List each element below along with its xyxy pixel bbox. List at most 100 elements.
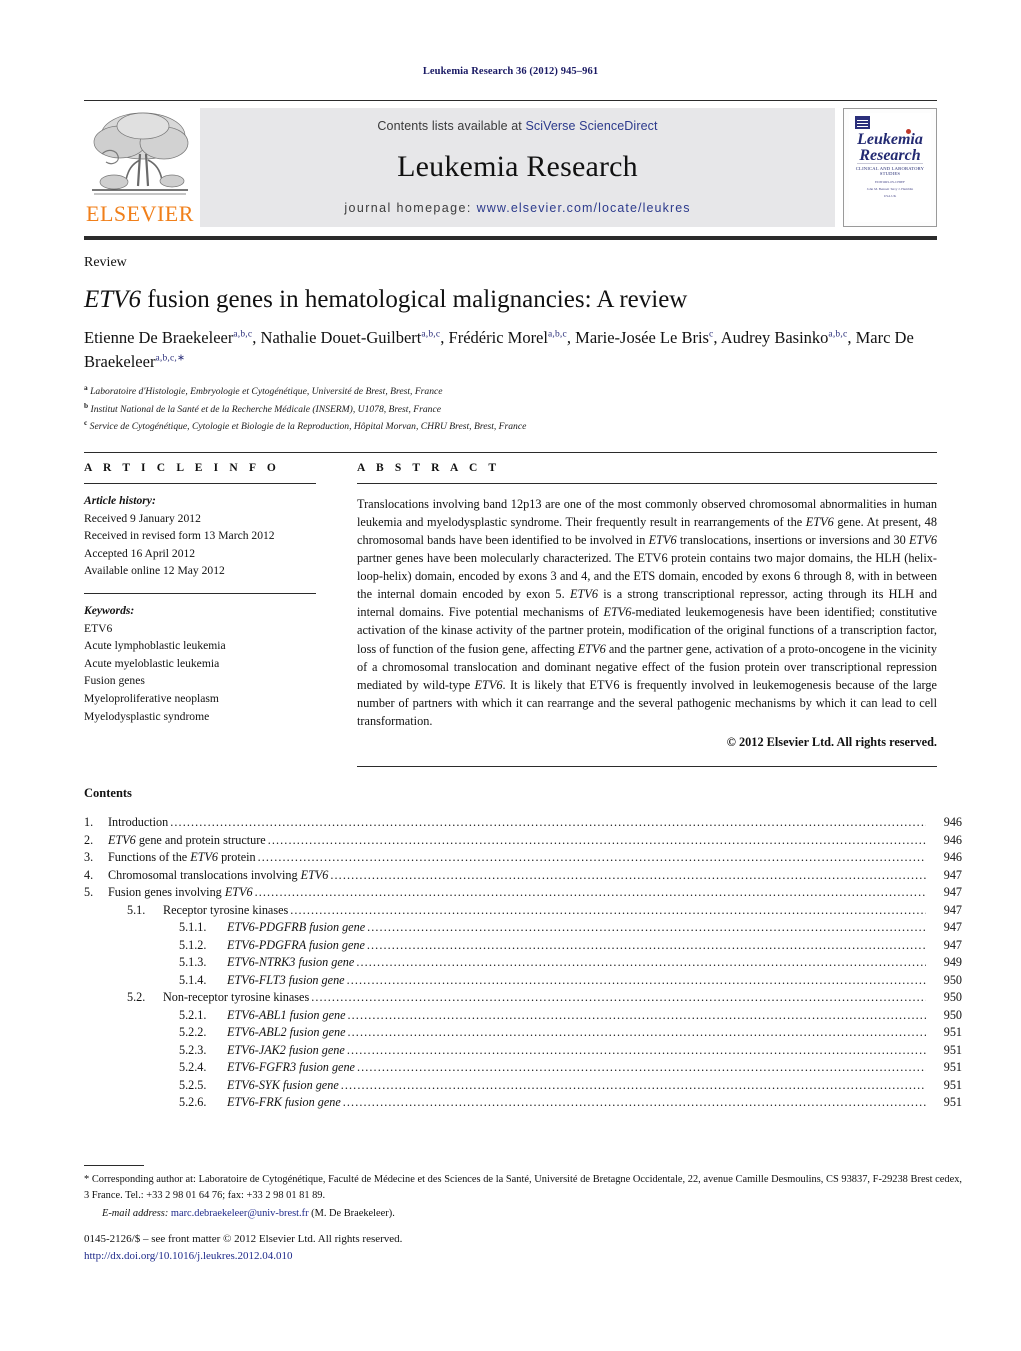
email-owner: (M. De Braekeleer).	[308, 1207, 395, 1219]
contents-available-prefix: Contents lists available at	[377, 119, 526, 133]
toc-leader-dots: ........................................…	[347, 1008, 927, 1021]
email-link[interactable]: marc.debraekeleer@univ-brest.fr	[171, 1208, 309, 1219]
article-history-item: Received in revised form 13 March 2012	[84, 529, 275, 543]
abstract-paragraph: Translocations involving band 12p13 are …	[357, 497, 938, 728]
email-line: E-mail address: marc.debraekeleer@univ-b…	[84, 1206, 962, 1222]
journal-masthead: ELSEVIER Contents lists available at Sci…	[84, 100, 937, 234]
toc-entry-label: Introduction	[108, 815, 169, 829]
toc-entry[interactable]: 5.2.3. ETV6-JAK2 fusion gene.............…	[84, 1042, 962, 1062]
toc-entry[interactable]: 5.1.4. ETV6-FLT3 fusion gene.............…	[84, 972, 962, 992]
cover-title-line2: Research	[859, 147, 921, 164]
toc-entry[interactable]: 5.1.1. ETV6-PDGFRB fusion gene...........…	[84, 921, 962, 939]
toc-entry[interactable]: 5.1.3. ETV6-NTRK3 fusion gene............…	[84, 956, 962, 974]
toc-entry[interactable]: 5.1. Receptor tyrosine kinases...........…	[84, 902, 962, 922]
toc-entry[interactable]: 2. ETV6 gene and protein structure.......…	[84, 832, 962, 852]
author-affiliation-marker: a,b,c	[421, 329, 441, 340]
toc-leader-dots: ........................................…	[356, 956, 926, 969]
toc-entry-page: 947	[943, 902, 962, 917]
table-of-contents: 1. Introduction..........................…	[84, 816, 962, 1114]
author-affiliation-marker: a,b,c,∗	[155, 353, 186, 364]
homepage-label: journal homepage:	[344, 201, 477, 215]
toc-entry-number: 5.1.1.	[179, 920, 207, 934]
cover-editors-countries: USA UK	[883, 193, 897, 198]
homepage-url-link[interactable]: www.elsevier.com/locate/leukres	[477, 201, 691, 215]
toc-entry-number: 5.	[84, 885, 94, 899]
affiliation-item: c Service de Cytogénétique, Cytologie et…	[84, 418, 527, 433]
keyword-item: Acute lymphoblastic leukemia	[84, 639, 226, 653]
toc-entry-number: 5.2.6.	[179, 1095, 207, 1109]
info-abstract-top-rule	[84, 452, 937, 453]
author-name: Etienne De Braekeleer	[84, 328, 234, 347]
toc-entry[interactable]: 5.2.1. ETV6-ABL1 fusion gene.............…	[84, 1007, 962, 1027]
keyword-item: Fusion genes	[84, 674, 145, 688]
toc-entry-page: 947	[943, 920, 962, 934]
toc-entry[interactable]: 5.2.5. ETV6-SYK fusion gene..............…	[84, 1077, 962, 1097]
toc-entry-gene: ETV6	[224, 885, 253, 899]
toc-entry[interactable]: 3. Functions of the ETV6 protein.........…	[84, 851, 962, 869]
author-affiliation-marker: c	[708, 329, 714, 340]
toc-entry-page: 951	[943, 1025, 962, 1039]
issn-line: 0145-2126/$ – see front matter © 2012 El…	[84, 1233, 403, 1245]
toc-entry-page: 951	[943, 1042, 962, 1057]
toc-entry[interactable]: 5.2.4. ETV6-FGFR3 fusion gene............…	[84, 1061, 962, 1079]
toc-entry-page: 946	[943, 832, 962, 847]
toc-entry-page: 949	[943, 955, 962, 969]
toc-entry[interactable]: 5.2.2. ETV6-ABL2 fusion gene.............…	[84, 1026, 962, 1044]
affiliation-marker: c	[84, 418, 88, 428]
email-label: E-mail address:	[102, 1207, 169, 1219]
toc-leader-dots: ........................................…	[170, 816, 926, 829]
toc-entry[interactable]: 5.1.2. ETV6-PDGFRA fusion gene...........…	[84, 937, 962, 957]
toc-entry-label: ETV6 gene and protein structure	[108, 832, 266, 847]
toc-leader-dots: ........................................…	[340, 1078, 926, 1091]
toc-entry-number: 2.	[84, 832, 94, 847]
affiliation-marker: b	[84, 400, 89, 410]
journal-homepage-line: journal homepage: www.elsevier.com/locat…	[200, 201, 835, 215]
toc-entry-label: Fusion genes involving ETV6	[108, 885, 253, 899]
toc-entry-page: 947	[943, 937, 962, 952]
toc-entry-label: ETV6-ABL2 fusion gene	[227, 1025, 346, 1039]
toc-leader-dots: ........................................…	[366, 938, 926, 951]
toc-entry-gene: ETV6-PDGFRB	[227, 920, 307, 934]
toc-entry-number: 5.1.4.	[179, 972, 207, 987]
running-head: Leukemia Research 36 (2012) 945–961	[422, 66, 599, 77]
article-info-heading: A R T I C L E I N F O	[84, 462, 280, 474]
abstract-heading: A B S T R A C T	[357, 462, 501, 474]
sciencedirect-link[interactable]: SciVerse ScienceDirect	[525, 119, 657, 133]
masthead-bottom-rule	[84, 236, 937, 240]
toc-entry-page: 951	[943, 1060, 962, 1074]
author-name: Nathalie Douet-Guilbert	[260, 328, 422, 347]
affiliation-item: a Laboratoire d'Histologie, Embryologie …	[84, 383, 443, 398]
toc-entry-label: ETV6-ABL1 fusion gene	[227, 1007, 346, 1022]
keyword-item: Myelodysplastic syndrome	[84, 709, 210, 723]
author-affiliation-marker: a,b,c	[233, 329, 253, 340]
abstract-copyright: © 2012 Elsevier Ltd. All rights reserved…	[726, 734, 937, 749]
toc-entry-label: Functions of the ETV6 protein	[108, 850, 256, 864]
toc-leader-dots: ........................................…	[342, 1096, 926, 1109]
toc-entry-number: 5.2.1.	[179, 1007, 207, 1022]
toc-entry[interactable]: 5. Fusion genes involving ETV6...........…	[84, 886, 962, 904]
journal-cover-thumbnail: Leukemia Research CLINICAL AND LABORATOR…	[843, 108, 937, 227]
author-list: Etienne De Braekeleera,b,c, Nathalie Dou…	[84, 328, 914, 372]
journal-title: Leukemia Research	[397, 150, 638, 184]
toc-entry-label: ETV6-NTRK3 fusion gene	[227, 955, 355, 969]
author-affiliation-marker: a,b,c	[828, 329, 848, 340]
doi-link[interactable]: http://dx.doi.org/10.1016/j.leukres.2012…	[84, 1248, 684, 1265]
cover-divider	[857, 163, 923, 164]
toc-entry-number: 1.	[84, 815, 94, 829]
toc-entry[interactable]: 5.2.6. ETV6-FRK fusion gene..............…	[84, 1096, 962, 1114]
toc-entry[interactable]: 5.2. Non-receptor tyrosine kinases.......…	[84, 991, 962, 1009]
article-history-block: Article history: Received 9 January 2012…	[84, 492, 316, 580]
article-info-column: A R T I C L E I N F O Article history: R…	[84, 462, 316, 725]
toc-entry-gene: ETV6-JAK2	[227, 1042, 286, 1057]
cover-subtitle: CLINICAL AND LABORATORY STUDIES	[855, 166, 925, 176]
toc-entry[interactable]: 4. Chromosomal translocations involving E…	[84, 868, 962, 887]
author-name: Audrey Basinko	[720, 328, 829, 347]
toc-entry[interactable]: 1. Introduction..........................…	[84, 816, 962, 834]
keyword-item: Acute myeloblastic leukemia	[84, 656, 220, 670]
toc-entry-label: ETV6-SYK fusion gene	[227, 1077, 339, 1092]
toc-entry-page: 951	[943, 1095, 962, 1109]
article-history-items: Received 9 January 2012 Received in revis…	[84, 510, 316, 580]
toc-entry-page: 950	[943, 972, 962, 987]
toc-leader-dots: ........................................…	[346, 973, 926, 986]
corresponding-author-text: * Corresponding author at: Laboratoire d…	[84, 1174, 962, 1201]
